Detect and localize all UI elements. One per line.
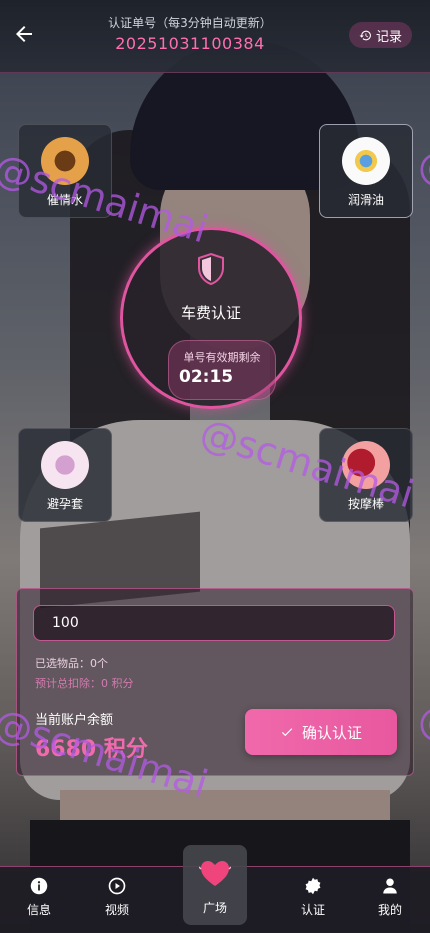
quantity-input[interactable] [33,605,395,641]
item-card-lubricant[interactable]: 润滑油 [319,124,413,218]
massager-icon [342,441,390,489]
shield-icon [198,252,224,286]
play-icon [108,877,126,895]
tab-info[interactable]: 信息 [9,877,69,918]
info-icon [30,877,48,895]
certify-title: 车费认证 [180,304,241,322]
certify-circle: 车费认证 单号有效期剩余 02:15 [120,227,302,409]
top-header: 认证单号（每3分钟自动更新） 20251031100384 记录 [0,0,430,73]
order-number: 20251031100384 [115,34,265,53]
tab-label: 广场 [202,901,227,915]
badge-icon [305,877,321,895]
tab-label: 认证 [300,903,325,917]
item-name: 按摩棒 [347,497,384,511]
confirm-button[interactable]: 确认认证 [245,709,397,755]
user-icon [383,878,397,894]
item-card-aphrodisiac[interactable]: 催情水 [18,124,112,218]
record-label: 记录 [375,29,402,45]
tab-label: 信息 [26,903,51,917]
countdown-box: 单号有效期剩余 02:15 [168,340,276,400]
deduct-text: 预计总扣除：0 积分 [35,677,134,690]
tab-label: 我的 [377,903,402,917]
tab-mine[interactable]: 我的 [360,877,420,918]
item-name: 避孕套 [46,497,83,511]
tab-certify[interactable]: 认证 [283,877,343,918]
heart-icon [199,861,231,886]
item-card-condom[interactable]: 避孕套 [18,428,112,522]
spray-bottle-icon [41,137,89,185]
tab-label: 视频 [104,903,129,917]
check-icon [281,728,293,737]
confirm-label: 确认认证 [301,723,362,742]
item-card-massager[interactable]: 按摩棒 [319,428,413,522]
history-icon [359,30,371,40]
lubricant-icon [342,137,390,185]
balance-label: 当前账户余额 [35,713,114,728]
certify-panel: 已选物品：0个 预计总扣除：0 积分 当前账户余额 6680 积分 确认认证 [16,588,414,776]
order-label: 认证单号（每3分钟自动更新） [108,16,272,30]
countdown-label: 单号有效期剩余 [183,351,261,364]
countdown-value: 02:15 [179,367,234,387]
tab-square[interactable]: 广场 [183,845,247,925]
bottom-tabbar: 信息 视频 广场 认证 我的 [0,845,430,933]
condom-icon [41,441,89,489]
record-button[interactable]: 记录 [348,22,412,48]
selected-items-text: 已选物品：0个 [35,657,108,670]
balance-value: 6680 积分 [35,737,148,762]
tab-video[interactable]: 视频 [87,877,147,918]
item-name: 润滑油 [347,193,384,207]
item-name: 催情水 [46,193,83,207]
